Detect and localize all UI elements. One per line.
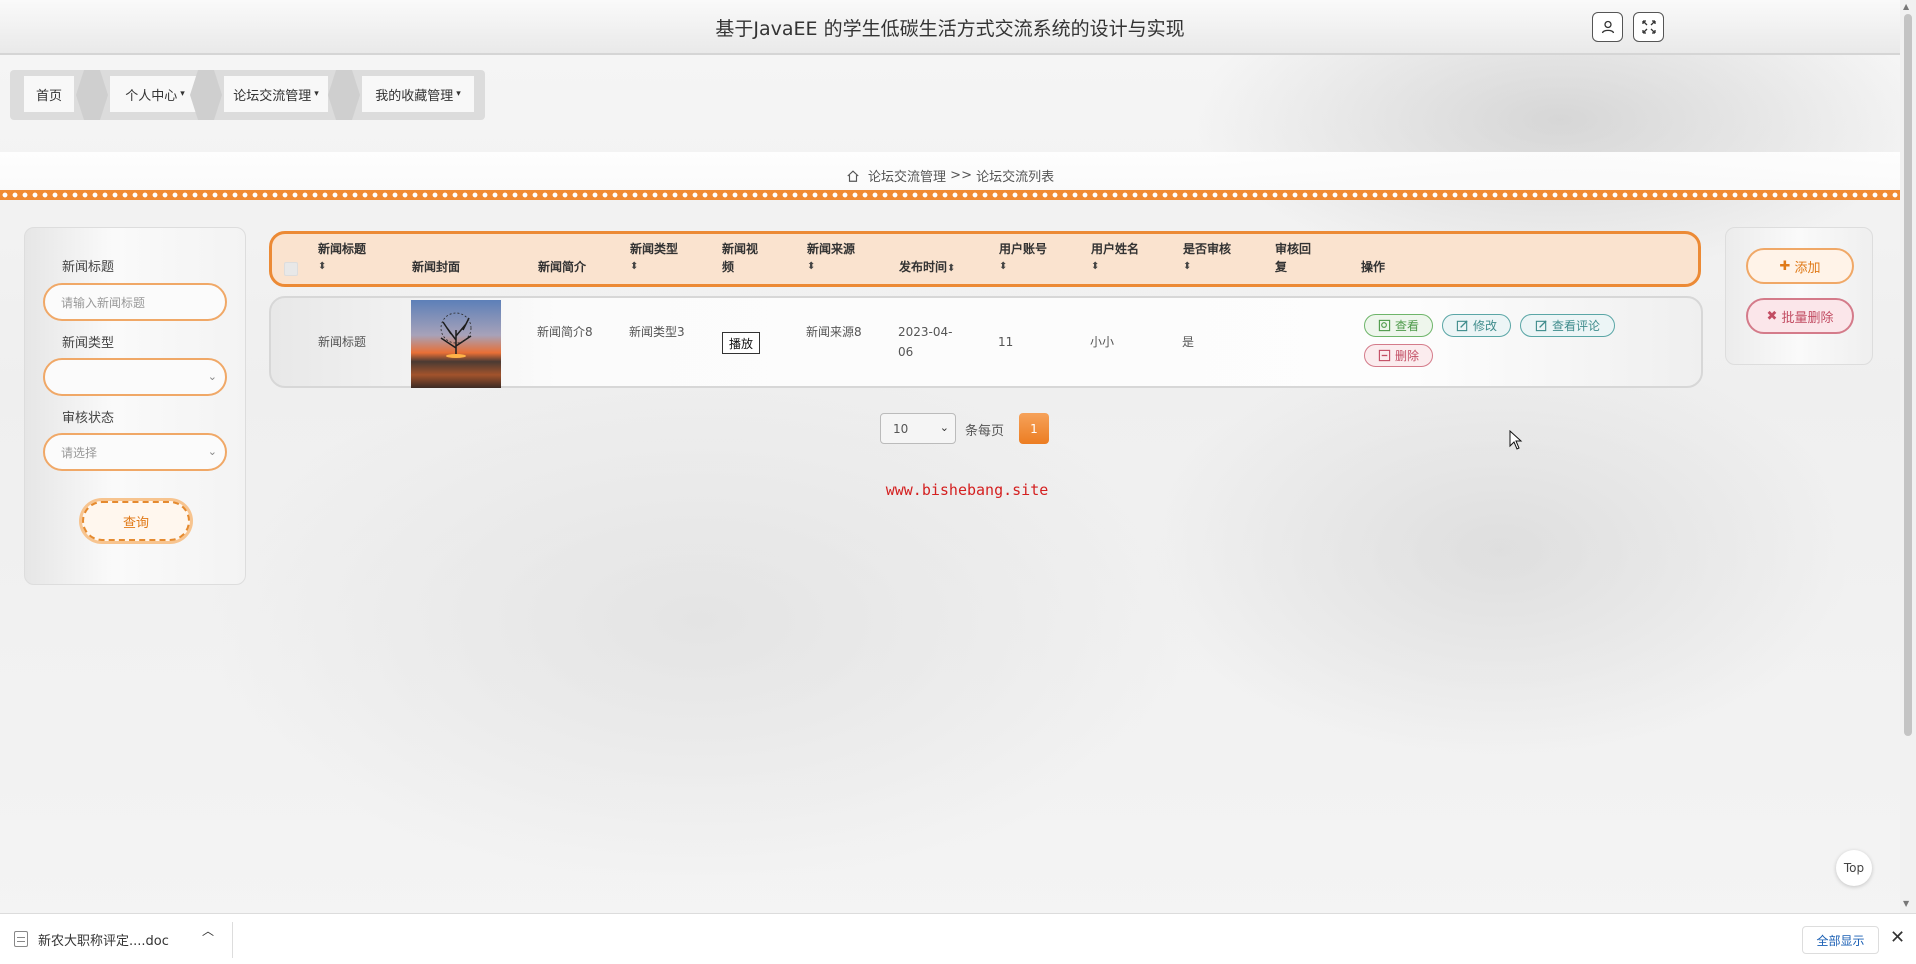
tree-sunset-picture [440,312,472,358]
col-header-reply: 审核回复 [1275,242,1312,274]
cell-publish-time: 2023-04-06 [898,325,953,359]
sort-icon[interactable]: ⬍ [1183,258,1231,276]
cell-reviewed: 是 [1182,335,1195,349]
table-header: 新闻标题 ⬍ 新闻封面 新闻简介 新闻类型 ⬍ 新闻视频 新闻来源 ⬍ 发布时间… [269,231,1701,287]
search-panel: 新闻标题 请输入新闻标题 新闻类型 ⌄ 审核状态 请选择 ⌄ 查询 [24,227,246,585]
col-header-reviewed[interactable]: 是否审核 ⬍ [1183,240,1231,276]
caret-down-icon: ▾ [314,89,319,99]
plus-icon: ✚ [1779,258,1791,274]
nav-separator [328,70,360,120]
scroll-down-arrow-icon[interactable]: ▼ [1903,899,1909,908]
view-icon [1378,319,1391,332]
page-button-current[interactable]: 1 [1019,413,1049,444]
type-label: 新闻类型 [62,336,115,351]
col-header-type[interactable]: 新闻类型 ⬍ [630,240,678,276]
table-row: 新闻标题 新闻简介8 新闻类型3 播放 新闻来源8 2023-04-06 11 … [269,296,1703,388]
sort-icon[interactable]: ⬍ [318,258,366,276]
nav-separator [76,70,108,120]
type-select[interactable]: ⌄ [43,358,227,396]
sort-icon[interactable]: ⬍ [807,258,855,276]
decorative-divider [0,190,1900,200]
home-icon [847,169,859,182]
col-header-account[interactable]: 用户账号 ⬍ [999,240,1047,276]
cell-intro: 新闻简介8 [537,325,593,339]
cell-type: 新闻类型3 [629,325,685,339]
view-button[interactable]: 查看 [1364,314,1433,337]
top-header: 基于JavaEE 的学生低碳生活方式交流系统的设计与实现 [0,0,1900,55]
close-icon: ✖ [1766,308,1778,324]
view-comments-button[interactable]: 查看评论 [1520,314,1615,337]
col-header-source[interactable]: 新闻来源 ⬍ [807,240,855,276]
play-video-button[interactable]: 播放 [722,332,760,354]
breadcrumb-separator: >> [950,168,972,183]
show-all-downloads-button[interactable]: 全部显示 [1802,926,1879,954]
breadcrumb-current: 论坛交流列表 [976,170,1055,185]
page-scrollbar[interactable]: ▲ ▼ [1900,0,1916,913]
page-size-select[interactable]: 10 ⌄ [880,413,956,444]
news-cover-image [411,300,501,388]
fullscreen-button[interactable] [1633,12,1664,42]
title-search-input[interactable]: 请输入新闻标题 [43,283,227,321]
back-to-top-button[interactable]: Top [1836,850,1872,886]
scrollbar-thumb[interactable] [1904,14,1912,736]
per-page-label: 条每页 [965,424,1005,439]
sort-icon[interactable]: ⬍ [947,263,955,274]
cell-title: 新闻标题 [318,335,367,349]
edit-icon [1456,320,1468,332]
col-header-intro: 新闻简介 [538,260,587,274]
watermark-text: www.bishebang.site [885,481,1049,499]
col-header-video: 新闻视频 [722,242,759,274]
document-icon [14,931,28,947]
breadcrumb-section[interactable]: 论坛交流管理 [868,170,946,185]
breadcrumb: 论坛交流管理 >> 论坛交流列表 [0,166,1900,185]
caret-down-icon: ▾ [180,89,185,99]
divider [232,922,233,958]
status-select[interactable]: 请选择 ⌄ [43,433,227,471]
sort-icon[interactable]: ⬍ [999,258,1047,276]
nav-item-forum-management[interactable]: 论坛交流管理 ▾ [224,76,328,112]
sort-icon[interactable]: ⬍ [1091,258,1139,276]
scroll-up-arrow-icon[interactable]: ▲ [1903,2,1909,11]
chevron-down-icon: ⌄ [207,445,217,458]
caret-down-icon: ▾ [456,89,461,99]
status-label: 审核状态 [62,411,115,426]
cell-name: 小小 [1090,335,1115,349]
nav-item-favorites-management[interactable]: 我的收藏管理 ▾ [362,76,474,112]
add-button[interactable]: ✚ 添加 [1746,248,1854,284]
nav-item-personal-center[interactable]: 个人中心 ▾ [110,76,200,112]
minus-square-icon [1378,349,1391,362]
col-header-name[interactable]: 用户姓名 ⬍ [1091,240,1139,276]
cell-source: 新闻来源8 [806,325,862,339]
cell-account: 11 [998,335,1014,349]
fullscreen-icon [1641,20,1656,34]
edit-button[interactable]: 修改 [1442,314,1511,337]
nav-item-home[interactable]: 首页 [24,76,74,112]
main-nav: 首页 个人中心 ▾ 论坛交流管理 ▾ 我的收藏管理 ▾ [10,70,485,120]
title-label: 新闻标题 [62,260,115,275]
chevron-down-icon: ⌄ [207,370,217,383]
side-actions-panel: ✚ 添加 ✖ 批量删除 [1725,227,1873,365]
user-icon [1601,20,1614,34]
query-button[interactable]: 查询 [82,501,190,541]
mouse-cursor-icon [1509,430,1523,450]
delete-button[interactable]: 删除 [1364,344,1433,367]
user-button[interactable] [1592,12,1623,42]
download-file-name: 新农大职称评定....doc [38,933,169,949]
sort-icon[interactable]: ⬍ [630,258,678,276]
batch-delete-button[interactable]: ✖ 批量删除 [1746,298,1854,334]
col-header-publish-time[interactable]: 发布时间⬍ [899,258,955,278]
download-bar: 新农大职称评定....doc ︿ 全部显示 ✕ [0,913,1916,964]
col-header-actions: 操作 [1361,260,1386,274]
close-icon[interactable]: ✕ [1890,927,1905,948]
chevron-down-icon: ⌄ [939,421,949,434]
col-header-cover: 新闻封面 [412,260,461,274]
download-item[interactable]: 新农大职称评定....doc [14,924,232,954]
col-header-title[interactable]: 新闻标题 ⬍ [318,240,366,276]
chevron-up-icon[interactable]: ︿ [202,922,214,939]
edit-icon [1535,320,1547,332]
select-all-checkbox[interactable] [284,262,298,276]
